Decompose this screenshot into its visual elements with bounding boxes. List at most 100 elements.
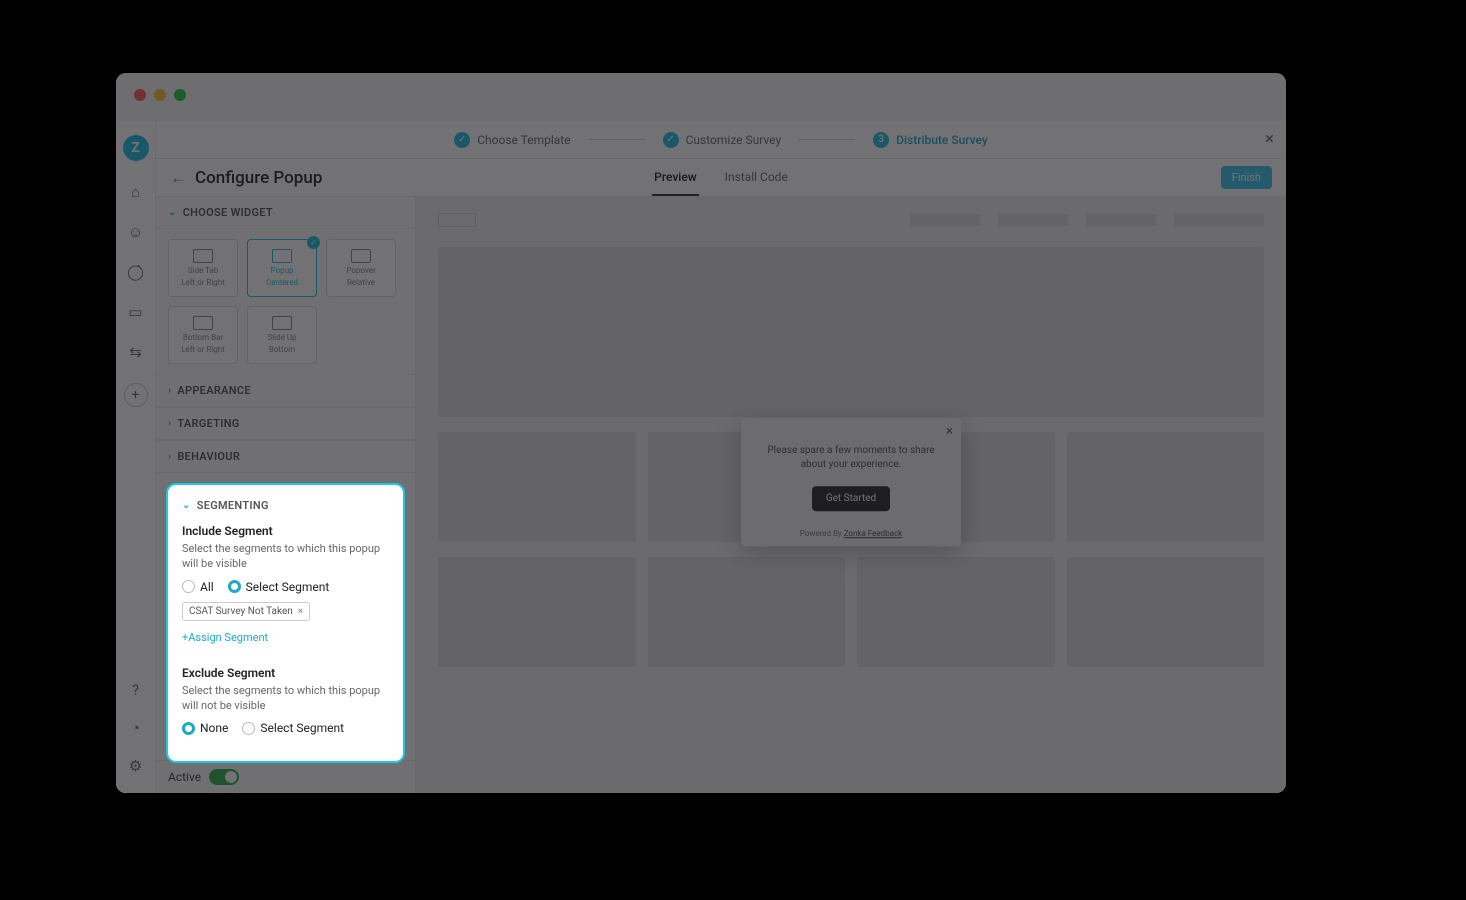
widget-options: Side Tab Left or Right Popup Centered Po… (156, 229, 415, 374)
widget-sublabel: Relative (347, 278, 375, 287)
powered-by: Powered By Zonka Feedback (755, 529, 947, 538)
home-icon[interactable]: ⌂ (127, 183, 145, 201)
mock-nav-item (1086, 214, 1156, 226)
section-label: CHOOSE WIDGET (183, 206, 273, 219)
radio-all[interactable]: All (182, 580, 214, 594)
widget-preview-icon (351, 249, 371, 263)
user-icon[interactable]: ◯̀ (127, 263, 145, 281)
tab-preview[interactable]: Preview (652, 160, 699, 196)
exclude-segment-title: Exclude Segment (182, 666, 389, 680)
active-toggle-row: Active (156, 760, 415, 793)
radio-select-segment[interactable]: Select Segment (228, 580, 330, 594)
widget-sublabel: Bottom (269, 345, 295, 354)
config-sidebar: ⌄ CHOOSE WIDGET Side Tab Left or Right P… (156, 197, 416, 793)
survey-popup: × Please spare a few moments to share ab… (741, 418, 961, 546)
widget-label: Side Tab (188, 266, 218, 275)
mock-card-row (438, 557, 1264, 667)
finish-button[interactable]: Finish (1221, 166, 1272, 189)
widget-popover[interactable]: Popover Relative (326, 239, 396, 297)
tab-install-code[interactable]: Install Code (723, 160, 790, 196)
bell-icon[interactable]: ◔ (127, 719, 145, 737)
radio-label: Select Segment (246, 580, 330, 594)
tag-remove-icon[interactable]: × (298, 606, 303, 617)
active-label: Active (168, 770, 201, 784)
chevron-down-icon: ⌄ (168, 207, 177, 218)
window-controls (134, 89, 186, 101)
help-icon[interactable]: ? (127, 681, 145, 699)
chevron-right-icon: › (168, 418, 171, 429)
radio-label: Select Segment (260, 721, 344, 735)
radio-none[interactable]: None (182, 721, 228, 735)
section-appearance[interactable]: › APPEARANCE (156, 374, 415, 407)
mock-hero (438, 247, 1264, 417)
section-segmenting[interactable]: ⌄ SEGMENTING (182, 499, 389, 512)
widget-sublabel: Left or Right (181, 345, 225, 354)
workflow-icon[interactable]: ⇆ (127, 343, 145, 361)
step-label: Customize Survey (686, 133, 782, 147)
check-icon: ✓ (663, 132, 679, 148)
get-started-button[interactable]: Get Started (812, 486, 890, 511)
step-distribute-survey[interactable]: 3 Distribute Survey (873, 132, 988, 148)
add-button[interactable]: + (124, 383, 148, 407)
section-label: SEGMENTING (197, 499, 269, 512)
widget-preview-icon (193, 316, 213, 330)
widget-slide-up[interactable]: Slide Up Bottom (247, 306, 317, 364)
radio-icon (242, 722, 255, 735)
widget-bottom-bar[interactable]: Bottom Bar Left or Right (168, 306, 238, 364)
section-targeting[interactable]: › TARGETING (156, 407, 415, 440)
section-label: BEHAVIOUR (177, 450, 240, 463)
exclude-radio-group: None Select Segment (182, 721, 389, 735)
smiley-icon[interactable]: ☺ (127, 223, 145, 241)
calendar-icon[interactable]: ▭ (127, 303, 145, 321)
widget-side-tab[interactable]: Side Tab Left or Right (168, 239, 238, 297)
segmenting-panel: ⌄ SEGMENTING Include Segment Select the … (166, 483, 405, 763)
left-nav-rail: Z ⌂ ☺ ◯̀ ▭ ⇆ + ? ◔ ⚙ (116, 121, 156, 793)
popup-close-icon[interactable]: × (946, 424, 953, 439)
brand-logo[interactable]: Z (123, 135, 149, 161)
section-behaviour[interactable]: › BEHAVIOUR (156, 440, 415, 473)
header-tabs: Preview Install Code (652, 160, 790, 196)
widget-preview-icon (272, 316, 292, 330)
maximize-dot[interactable] (174, 89, 186, 101)
close-dot[interactable] (134, 89, 146, 101)
exclude-segment-desc: Select the segments to which this popup … (182, 684, 389, 714)
chevron-right-icon: › (168, 451, 171, 462)
include-tags: CSAT Survey Not Taken × +Assign Segment (182, 602, 389, 644)
close-icon[interactable]: × (1265, 129, 1274, 149)
radio-icon (182, 580, 195, 593)
radio-icon (182, 722, 195, 735)
step-label: Distribute Survey (896, 133, 988, 147)
check-icon: ✓ (454, 132, 470, 148)
include-segment-title: Include Segment (182, 524, 389, 538)
step-label: Choose Template (477, 133, 570, 147)
widget-popup-centered[interactable]: Popup Centered (247, 239, 317, 297)
app-window: Z ⌂ ☺ ◯̀ ▭ ⇆ + ? ◔ ⚙ ✓ Choose Template ✓… (116, 73, 1286, 793)
radio-select-segment-exclude[interactable]: Select Segment (242, 721, 344, 735)
step-number-icon: 3 (873, 132, 889, 148)
step-divider (589, 139, 645, 140)
widget-label: Popup (271, 266, 294, 275)
popup-message: Please spare a few moments to share abou… (755, 444, 947, 472)
active-toggle[interactable] (209, 769, 239, 785)
step-customize-survey[interactable]: ✓ Customize Survey (663, 132, 782, 148)
powered-prefix: Powered By (800, 529, 844, 538)
step-choose-template[interactable]: ✓ Choose Template (454, 132, 570, 148)
segment-tag: CSAT Survey Not Taken × (182, 602, 310, 621)
include-radio-group: All Select Segment (182, 580, 389, 594)
mock-nav-item (1174, 214, 1264, 226)
mock-nav-item (998, 214, 1068, 226)
chevron-right-icon: › (168, 385, 171, 396)
step-divider (799, 139, 855, 140)
gear-icon[interactable]: ⚙ (127, 757, 145, 775)
widget-preview-icon (193, 249, 213, 263)
widget-label: Popover (346, 266, 375, 275)
chevron-down-icon: ⌄ (182, 500, 191, 511)
widget-label: Bottom Bar (183, 333, 223, 342)
powered-brand-link[interactable]: Zonka Feedback (844, 529, 903, 538)
minimize-dot[interactable] (154, 89, 166, 101)
assign-segment-link[interactable]: +Assign Segment (182, 631, 268, 644)
mock-logo (438, 213, 476, 227)
back-arrow-icon[interactable]: ← (170, 168, 187, 188)
section-choose-widget[interactable]: ⌄ CHOOSE WIDGET (156, 197, 415, 229)
widget-sublabel: Left or Right (181, 278, 225, 287)
